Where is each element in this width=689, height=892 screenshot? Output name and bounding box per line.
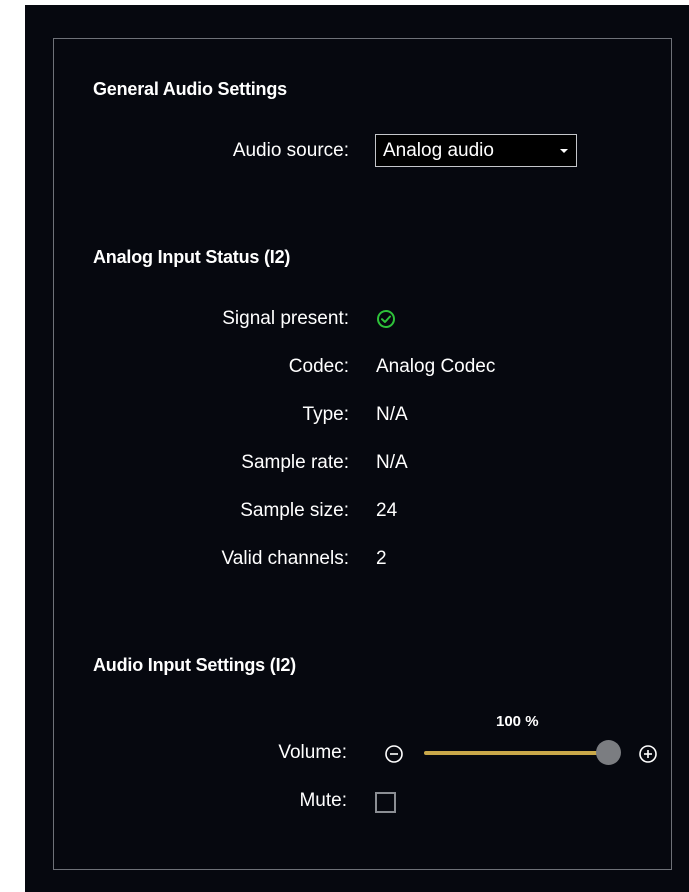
- mute-label: Mute:: [299, 790, 347, 811]
- valid-channels-label: Valid channels:: [221, 548, 349, 569]
- volume-increase-icon[interactable]: [638, 744, 658, 764]
- type-value: N/A: [376, 404, 408, 425]
- sample-rate-value: N/A: [376, 452, 408, 473]
- settings-frame: [53, 38, 672, 870]
- sample-size-label: Sample size:: [240, 500, 349, 521]
- volume-label: Volume:: [278, 742, 347, 763]
- sample-rate-label: Sample rate:: [241, 452, 349, 473]
- analog-status-heading: Analog Input Status (I2): [93, 247, 291, 267]
- volume-value: 100 %: [496, 713, 539, 730]
- type-label: Type:: [302, 404, 349, 425]
- codec-value: Analog Codec: [376, 356, 496, 377]
- general-audio-heading: General Audio Settings: [93, 79, 287, 99]
- volume-decrease-icon[interactable]: [384, 744, 404, 764]
- valid-channels-value: 2: [376, 548, 387, 569]
- codec-label: Codec:: [288, 356, 349, 377]
- check-circle-icon: [377, 310, 395, 328]
- chevron-down-icon: [560, 148, 568, 153]
- volume-slider-thumb[interactable]: [596, 740, 621, 765]
- audio-source-label: Audio source:: [232, 140, 349, 161]
- audio-input-heading: Audio Input Settings (I2): [93, 655, 296, 675]
- audio-source-value: Analog audio: [383, 139, 494, 161]
- mute-checkbox[interactable]: [375, 792, 396, 813]
- sample-size-value: 24: [376, 500, 398, 521]
- volume-slider-track[interactable]: [424, 751, 608, 755]
- audio-source-select[interactable]: Analog audio: [375, 134, 577, 167]
- signal-present-label: Signal present:: [222, 308, 349, 329]
